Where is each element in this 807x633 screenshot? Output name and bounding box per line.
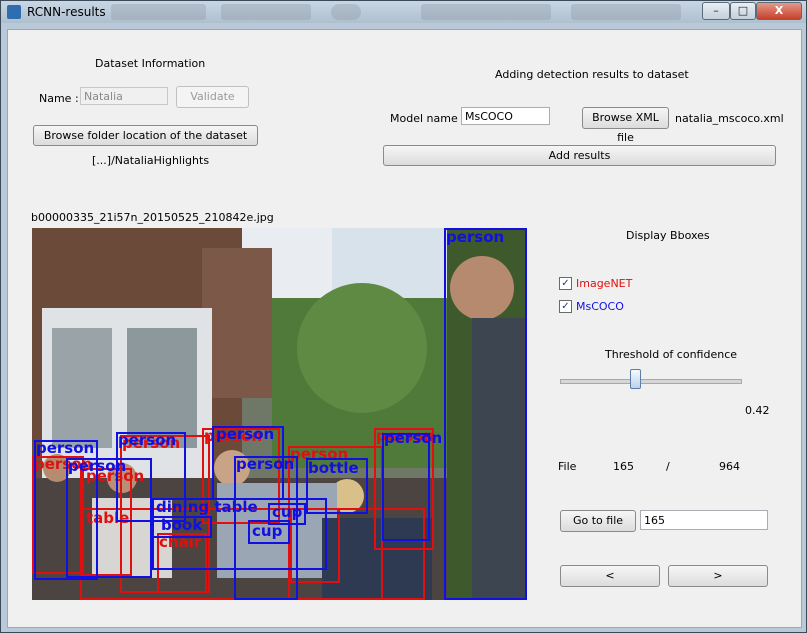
detection-image: person person person person person perso… <box>32 228 527 600</box>
file-separator: / <box>666 460 670 473</box>
taskbar-blur-2 <box>221 4 311 20</box>
minimize-button[interactable]: – <box>702 2 730 20</box>
bbox-mscoco-person-6 <box>382 433 430 541</box>
add-results-button[interactable]: Add results <box>383 145 776 166</box>
bbox-label-person: person <box>118 431 177 449</box>
bbox-label-book: book <box>161 516 203 534</box>
model-name-label: Model name : <box>390 112 465 125</box>
image-filename: b00000335_21i57n_20150525_210842e.jpg <box>31 211 274 224</box>
detection-header: Adding detection results to dataset <box>495 68 689 81</box>
threshold-slider[interactable] <box>560 379 742 384</box>
taskbar-blur-1 <box>111 4 206 20</box>
bbox-mscoco-person-7 <box>444 228 527 600</box>
dataset-path: [...]/NataliaHighlights <box>92 154 210 167</box>
go-to-file-field[interactable]: 165 <box>640 510 768 530</box>
xml-filename: natalia_mscoco.xml <box>675 112 784 125</box>
bbox-label-person: person <box>446 228 505 246</box>
file-current: 165 <box>613 460 634 473</box>
name-label: Name : <box>39 92 79 105</box>
file-total: 964 <box>719 460 740 473</box>
go-to-file-button[interactable]: Go to file <box>560 510 636 532</box>
main-panel: Dataset Information Name : Natalia Valid… <box>7 29 802 628</box>
imagenet-checkbox[interactable]: ✓ <box>559 277 572 290</box>
bbox-label-dining-table: dining table <box>156 498 258 516</box>
validate-button[interactable]: Validate <box>176 86 249 108</box>
app-icon <box>7 5 21 19</box>
bbox-label-bottle: bottle <box>308 459 359 477</box>
threshold-value: 0.42 <box>745 404 770 417</box>
close-button[interactable]: X <box>756 2 802 20</box>
window-title: RCNN-results <box>27 5 106 19</box>
browse-xml-button[interactable]: Browse XML file <box>582 107 669 144</box>
bbox-label-person: person <box>236 455 295 473</box>
app-window: RCNN-results – □ X Dataset Information N… <box>0 0 807 633</box>
model-name-field[interactable]: MsCOCO <box>461 107 550 125</box>
browse-folder-button[interactable]: Browse folder location of the dataset <box>33 125 258 146</box>
bbox-label-person: person <box>384 429 443 447</box>
bbox-label-cup: cup <box>252 522 283 540</box>
mscoco-label: MsCOCO <box>576 300 624 313</box>
title-bar: RCNN-results – □ X <box>1 1 806 23</box>
previous-button[interactable]: < <box>560 565 660 587</box>
threshold-header: Threshold of confidence <box>605 348 738 361</box>
taskbar-blur-3 <box>331 4 361 20</box>
next-button[interactable]: > <box>668 565 768 587</box>
file-label: File <box>558 460 577 473</box>
bbox-label-person: person <box>36 439 95 457</box>
imagenet-label: ImageNET <box>576 277 633 290</box>
taskbar-blur-4 <box>421 4 551 20</box>
bbox-label-cup: cup <box>272 503 303 521</box>
dataset-header: Dataset Information <box>95 57 206 70</box>
maximize-button[interactable]: □ <box>730 2 756 20</box>
display-bboxes-header: Display Bboxes <box>626 229 710 242</box>
taskbar-blur-5 <box>571 4 681 20</box>
bbox-label-person: person <box>216 425 275 443</box>
threshold-slider-handle[interactable] <box>630 369 641 389</box>
mscoco-checkbox[interactable]: ✓ <box>559 300 572 313</box>
name-field[interactable]: Natalia <box>80 87 168 105</box>
